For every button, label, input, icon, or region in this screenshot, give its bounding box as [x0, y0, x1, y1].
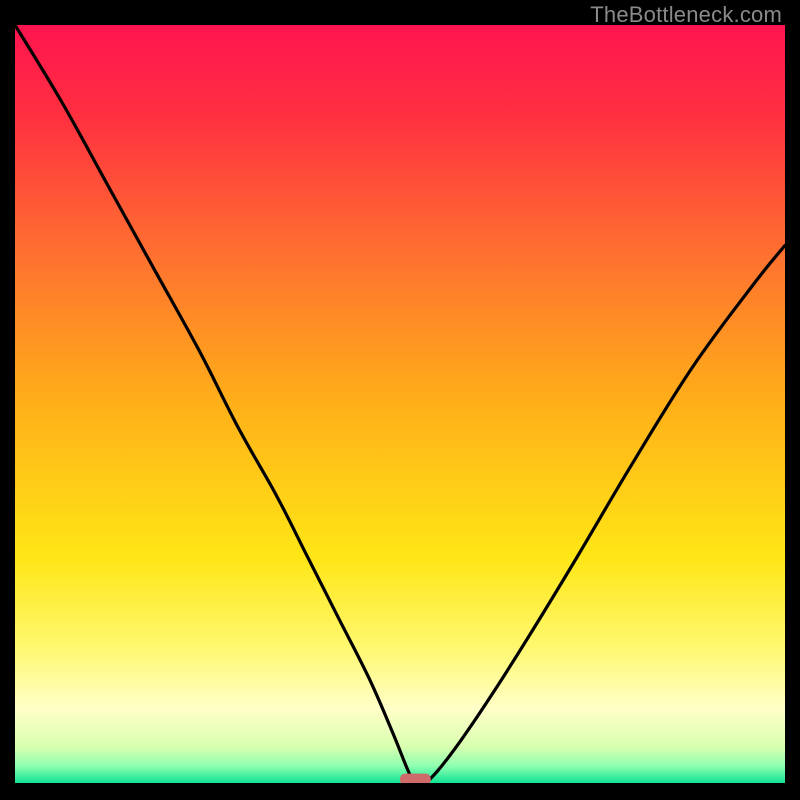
- bottleneck-chart: [15, 25, 785, 785]
- watermark-label: TheBottleneck.com: [590, 2, 782, 28]
- plot-area: [15, 25, 785, 785]
- chart-frame: TheBottleneck.com: [0, 0, 800, 800]
